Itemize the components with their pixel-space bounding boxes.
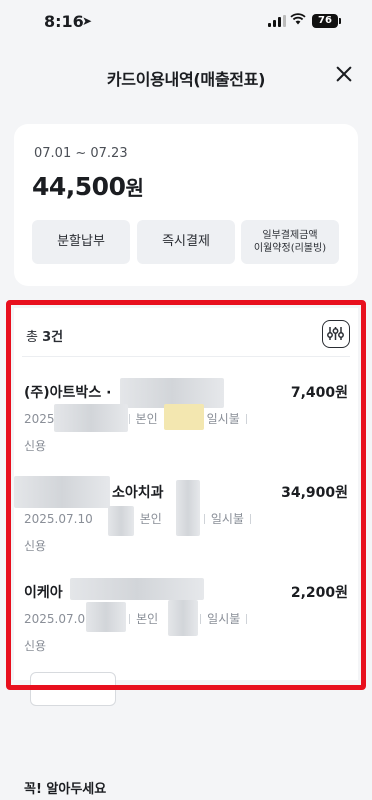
card-owner: 본인 [135,412,158,426]
masked-text [164,404,204,430]
instant-pay-button-label: 즉시결제 [162,234,210,250]
payment-type: 신용 [24,539,47,553]
revolving-button[interactable]: 일부결제금액 이월약정(리볼빙) [241,220,339,264]
page-title: 카드이용내역(매출전표) [106,70,266,89]
masked-text [176,480,200,536]
payment-type: 신용 [24,639,47,653]
wifi-icon [290,13,306,29]
count-value: 3건 [42,330,64,345]
notice-section-title: 꼭! 알아두세요 [24,782,107,797]
transaction-amount: 7,400원 [290,385,348,401]
list-divider [22,356,350,357]
revolving-button-line2: 이월약정(리볼빙) [253,243,327,254]
transaction-date: 2025 [24,412,55,426]
period-range: 07.01 ~ 07.23 [34,146,128,161]
masked-text [108,506,134,536]
transaction-item[interactable]: (주)아트박스 · 7,400원 2025 본인 일시불 신용 [14,378,358,472]
location-arrow-icon: ➤ [82,14,93,28]
installment-button-label: 분할납부 [57,234,105,250]
status-bar: 8:16 ➤ 76 [0,0,372,44]
count-prefix: 총 [26,330,43,345]
masked-text [14,476,110,508]
transaction-item[interactable]: 소아치과 34,900원 2025.07.10 본인 일시불 신용 [14,476,358,572]
close-icon[interactable] [334,64,354,84]
transaction-amount: 2,200원 [290,585,348,601]
installment-type: 일시불 [207,612,241,626]
installment-type: 일시불 [210,512,244,526]
transaction-list: 총 3건 (주)아트박스 · 7,400원 2025 본인 일시불 신용 소아치과 … [14,308,358,680]
more-button[interactable] [30,672,116,706]
masked-text [70,578,204,600]
card-owner: 본인 [136,612,159,626]
filter-icon[interactable] [322,320,350,348]
installment-type: 일시불 [206,412,240,426]
summary-card: 07.01 ~ 07.23 44,500원 분할납부 즉시결제 일부결제금액 이… [14,124,358,286]
transaction-date: 2025.07.10 [24,512,93,526]
total-amount: 44,500원 [32,172,144,201]
instant-pay-button[interactable]: 즉시결제 [137,220,235,264]
card-owner: 본인 [139,512,162,526]
transaction-item[interactable]: 이케아 2,200원 2025.07.0 본인 일시불 신용 [14,578,358,672]
transaction-meta: 2025.07.0 본인 일시불 [24,610,253,627]
payment-type: 신용 [24,439,47,453]
transaction-amount: 34,900원 [281,485,348,501]
installment-button[interactable]: 분할납부 [32,220,130,264]
masked-text [86,602,126,632]
transaction-date: 2025.07.0 [24,612,86,626]
transaction-count: 총 3건 [26,326,63,345]
total-amount-value: 44,500 [32,172,126,201]
masked-text [54,404,128,432]
masked-text [168,600,198,636]
merchant-name: (주)아트박스 · [24,385,112,401]
battery-icon: 76 [312,14,341,28]
revolving-button-line1: 일부결제금액 [262,229,318,241]
total-amount-unit: 원 [125,176,144,200]
merchant-name: 이케아 [24,585,63,601]
page-header: 카드이용내역(매출전표) [0,44,372,106]
signal-icon [268,15,286,27]
status-time: 8:16 [44,12,84,31]
transaction-meta: 2025.07.10 본인 일시불 [24,510,257,527]
merchant-name: 소아치과 [112,485,164,501]
